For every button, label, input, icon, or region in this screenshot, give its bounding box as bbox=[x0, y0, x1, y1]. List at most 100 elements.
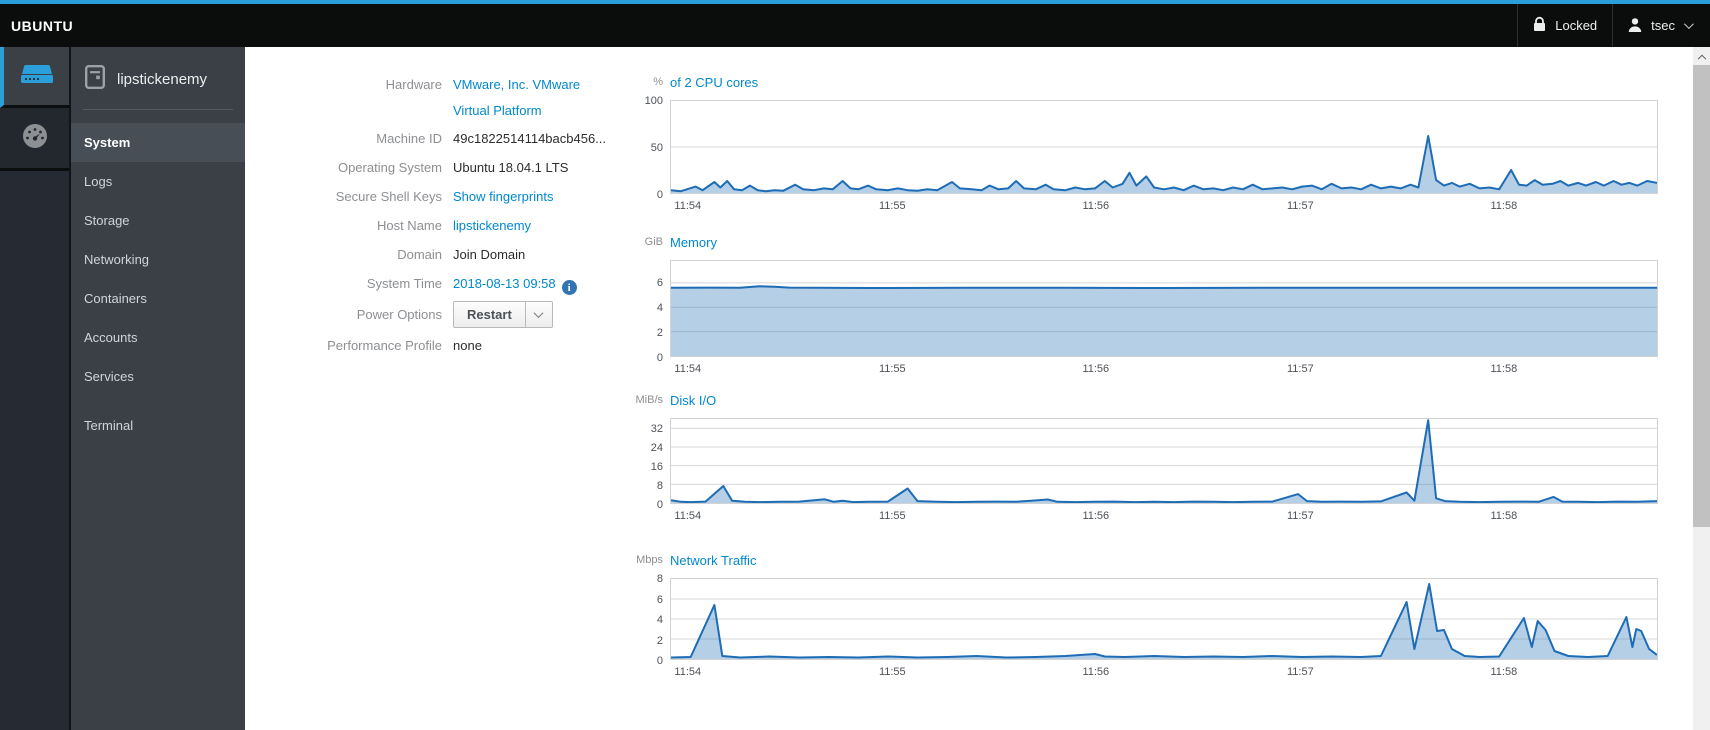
x-axis-tick: 11:55 bbox=[878, 666, 906, 678]
hardware-link[interactable]: VMware, Inc. VMware Virtual Platform bbox=[453, 72, 603, 124]
x-axis-tick: 11:57 bbox=[1286, 363, 1314, 375]
chart-title-link-cpu[interactable]: of 2 CPU cores bbox=[670, 75, 758, 90]
sidebar-item-terminal[interactable]: Terminal bbox=[71, 406, 245, 445]
chart-header: Memory bbox=[670, 234, 717, 250]
sidebar-item-system[interactable]: System bbox=[71, 123, 245, 162]
sidebar-item-accounts[interactable]: Accounts bbox=[71, 318, 245, 357]
chart-plot-area: 6 4 2 0 bbox=[657, 260, 1658, 364]
nav-items: System Logs Storage Networking Container… bbox=[71, 110, 245, 445]
topbar-right: Locked tsec bbox=[1517, 4, 1706, 47]
y-axis-tick: 2 bbox=[656, 634, 663, 647]
x-axis-tick: 11:56 bbox=[1082, 666, 1110, 678]
restart-button[interactable]: Restart bbox=[454, 302, 525, 327]
x-axis-tick: 11:58 bbox=[1490, 666, 1518, 678]
chart-title-link-memory[interactable]: Memory bbox=[670, 235, 717, 250]
series-area bbox=[671, 136, 1657, 193]
join-domain-value[interactable]: Join Domain bbox=[453, 242, 525, 268]
x-axis-tick: 11:57 bbox=[1286, 510, 1314, 522]
y-axis-tick: 0 bbox=[656, 352, 663, 364]
gauge-icon bbox=[22, 123, 48, 154]
y-axis-tick: 100 bbox=[644, 95, 663, 107]
dashboard-tab[interactable] bbox=[0, 108, 69, 171]
y-axis-tick: 32 bbox=[650, 422, 663, 435]
hostname-link[interactable]: lipstickenemy bbox=[453, 218, 531, 233]
x-axis-tick: 11:58 bbox=[1490, 510, 1518, 522]
info-icon[interactable]: i bbox=[561, 280, 577, 295]
x-axis-tick: 11:58 bbox=[1490, 363, 1518, 375]
y-axis-tick: 8 bbox=[656, 479, 663, 492]
series-area bbox=[671, 584, 1657, 659]
domain-label: Domain bbox=[397, 246, 442, 262]
system-info-panel: Hardware VMware, Inc. VMware Virtual Pla… bbox=[245, 72, 675, 360]
os-value: Ubuntu 18.04.1 LTS bbox=[453, 159, 569, 175]
system-time-link[interactable]: 2018-08-13 09:58 bbox=[453, 276, 556, 291]
y-axis-tick: 6 bbox=[656, 277, 663, 290]
x-axis-tick: 11:54 bbox=[674, 363, 702, 375]
restart-split-button: Restart bbox=[453, 301, 553, 328]
sidebar-item-logs[interactable]: Logs bbox=[71, 162, 245, 201]
chart-header: Network Traffic bbox=[670, 552, 756, 568]
x-axis-tick: 11:54 bbox=[674, 510, 702, 522]
y-axis-tick: 0 bbox=[656, 655, 663, 667]
nav-item-label: Terminal bbox=[84, 418, 134, 433]
y-axis-tick: 6 bbox=[656, 593, 663, 606]
x-axis-tick: 11:57 bbox=[1286, 200, 1314, 212]
chart-plot-area: 8 6 4 2 0 bbox=[657, 573, 1658, 667]
chart-memory: GiB Memory 6 4 2 0 11:54 11:55 11:56 11:57 11:58 bbox=[645, 235, 1658, 375]
chart-svg bbox=[671, 583, 1657, 659]
sidebar-item-containers[interactable]: Containers bbox=[71, 279, 245, 318]
info-row-system-time: System Time 2018-08-13 09:58 i bbox=[245, 269, 675, 298]
chevron-down-icon bbox=[533, 308, 544, 319]
machine-tab-server[interactable] bbox=[0, 47, 69, 108]
scrollbar-thumb[interactable] bbox=[1693, 65, 1710, 527]
nav-item-label: Logs bbox=[84, 174, 113, 189]
chart-unit-label: % bbox=[653, 76, 663, 88]
chart-svg bbox=[671, 419, 1657, 503]
machine-icon-strip bbox=[0, 47, 69, 730]
series-area bbox=[671, 420, 1657, 503]
sidebar-item-networking[interactable]: Networking bbox=[71, 240, 245, 279]
power-options-caret-button[interactable] bbox=[524, 302, 552, 327]
chart-header: Disk I/O bbox=[670, 392, 716, 408]
power-options-label: Power Options bbox=[356, 306, 442, 322]
x-axis-tick: 11:55 bbox=[878, 363, 906, 375]
top-bar: UBUNTU Locked tsec bbox=[0, 4, 1710, 47]
hostname-label: Host Name bbox=[376, 217, 442, 233]
chart-unit-label: MiB/s bbox=[635, 394, 664, 406]
y-axis-tick: 50 bbox=[650, 142, 663, 154]
y-axis-tick: 4 bbox=[656, 302, 663, 315]
sidebar-item-storage[interactable]: Storage bbox=[71, 201, 245, 240]
chart-network: Mbps Network Traffic 8 6 4 2 0 11:54 11:55 11:56 1… bbox=[636, 553, 1658, 678]
machine-id-label: Machine ID bbox=[376, 130, 442, 146]
info-row-os: Operating System Ubuntu 18.04.1 LTS bbox=[245, 153, 675, 182]
nav-item-label: System bbox=[84, 135, 131, 150]
cockpit-app: UBUNTU Locked tsec lipstickenemy System … bbox=[0, 0, 1710, 730]
brand-title: UBUNTU bbox=[11, 17, 74, 34]
chart-cpu: % of 2 CPU cores 100 50 0 11:54 11:55 11:56 11:5… bbox=[645, 75, 1658, 212]
series-area bbox=[671, 286, 1657, 356]
ssh-keys-label: Secure Shell Keys bbox=[335, 188, 442, 204]
chart-title-link-network[interactable]: Network Traffic bbox=[670, 553, 756, 568]
locked-button[interactable]: Locked bbox=[1518, 4, 1612, 47]
sidebar-item-services[interactable]: Services bbox=[71, 357, 245, 396]
show-fingerprints-link[interactable]: Show fingerprints bbox=[453, 189, 553, 204]
chart-plot-area: 100 50 0 bbox=[645, 95, 1658, 201]
host-header: lipstickenemy bbox=[71, 47, 245, 109]
user-menu-button[interactable]: tsec bbox=[1613, 4, 1706, 47]
nav-item-label: Accounts bbox=[84, 330, 138, 345]
chart-title-link-disk[interactable]: Disk I/O bbox=[670, 393, 716, 408]
chart-disk: MiB/s Disk I/O 32 24 16 8 0 11:54 11:55 11:56 11:5… bbox=[636, 393, 1658, 522]
charts-panel: % of 2 CPU cores 100 50 0 11:54 11:55 11:56 11:5… bbox=[636, 47, 1680, 730]
y-axis-tick: 16 bbox=[650, 460, 663, 473]
chevron-up-icon bbox=[1697, 54, 1706, 63]
scrollbar-up-arrow[interactable] bbox=[1693, 47, 1710, 64]
performance-profile-value: none bbox=[453, 337, 482, 353]
info-row-machine-id: Machine ID 49c1822514114bacb456... bbox=[245, 124, 675, 153]
x-axis-tick: 11:55 bbox=[878, 510, 906, 522]
info-row-performance-profile: Performance Profile none bbox=[245, 331, 675, 360]
locked-label: Locked bbox=[1555, 18, 1598, 33]
page-scrollbar[interactable] bbox=[1693, 47, 1710, 730]
nav-item-label: Containers bbox=[84, 291, 147, 306]
system-time-label: System Time bbox=[366, 275, 442, 291]
performance-profile-label: Performance Profile bbox=[327, 337, 442, 353]
